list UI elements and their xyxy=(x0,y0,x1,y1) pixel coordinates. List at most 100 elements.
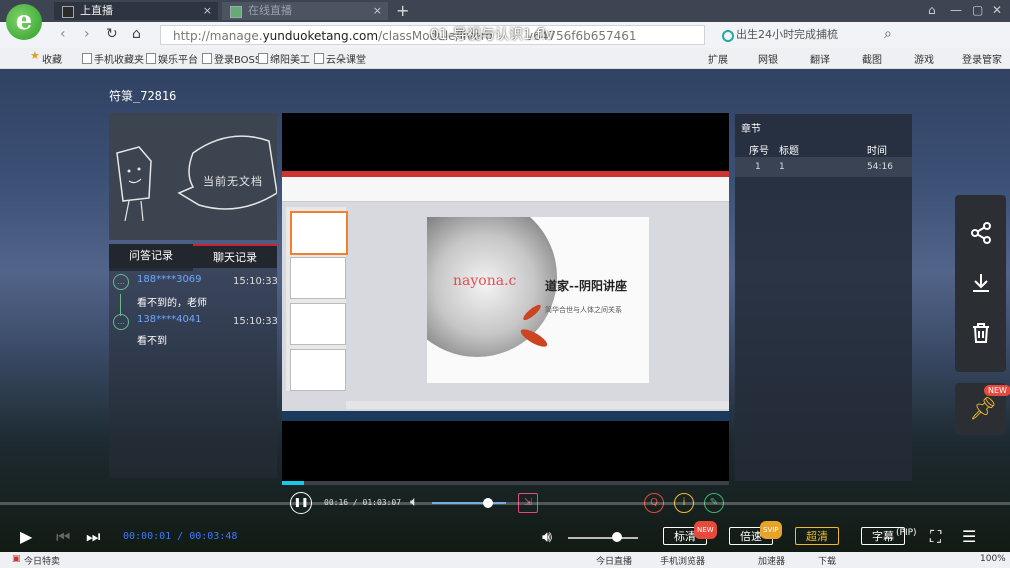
status-item[interactable]: 加速器 xyxy=(758,554,785,567)
fullscreen-icon[interactable]: ⛶ xyxy=(930,527,941,547)
message-text: 看不到 xyxy=(137,336,167,347)
chapter-time: 54:16 xyxy=(867,162,893,172)
tab-live[interactable]: 上直播 × xyxy=(54,2,218,20)
new-badge: NEW xyxy=(984,385,1010,396)
bookmark-bar: 收藏 手机收藏夹 娱乐平台 登录BOSS 绵阳美工 云朵课堂 扩展 网银 翻译 … xyxy=(0,48,1010,69)
bookmark-item[interactable]: 绵阳美工 xyxy=(258,51,310,66)
message-user: 188****3069 xyxy=(137,274,202,285)
games-menu[interactable]: 游戏 xyxy=(914,51,934,66)
svip-badge: SVIP xyxy=(760,521,782,539)
presentation-ribbon xyxy=(282,171,729,202)
qa-tabs: 问答记录 聊天记录 xyxy=(109,244,277,271)
column-header-time: 时间 xyxy=(867,146,887,157)
quality-sd-button[interactable]: 标清 NEW xyxy=(663,521,717,545)
maximize-icon[interactable]: ▢ xyxy=(972,3,983,17)
bookmark-item[interactable]: 手机收藏夹 xyxy=(82,51,144,66)
button-label: 标清 xyxy=(674,530,696,543)
message-time: 15:10:33 xyxy=(233,276,278,287)
url-prefix: http://manage. xyxy=(173,29,263,43)
download-icon[interactable] xyxy=(969,271,993,295)
tab-label: 在线直播 xyxy=(248,4,292,17)
home-icon[interactable]: ⌂ xyxy=(132,26,141,42)
slide-title: 道家--阴阳讲座 xyxy=(545,279,627,293)
watermark: nayona.c xyxy=(453,273,517,289)
button-label: 倍速 xyxy=(740,530,762,543)
chapter-panel: 章节 序号 标题 时间 1 1 54:16 xyxy=(735,114,912,481)
bookmark-favorites[interactable]: 收藏 xyxy=(30,49,62,66)
playlist-icon[interactable]: ☰ xyxy=(962,527,976,546)
player-volume-knob[interactable] xyxy=(612,532,622,542)
status-item[interactable]: 下载 xyxy=(818,554,836,567)
tab-favicon xyxy=(230,6,242,18)
slide-thumbnails xyxy=(286,207,348,391)
zoom-level[interactable]: 100% xyxy=(980,554,1006,564)
player-volume-slider[interactable] xyxy=(568,537,638,539)
close-window-icon[interactable]: ✕ xyxy=(992,3,1002,17)
browser-logo: e xyxy=(6,4,42,40)
chapter-index: 1 xyxy=(755,162,761,172)
video-title-overlay: 01-导视与认识1.flv xyxy=(430,27,554,43)
status-left[interactable]: 今日特卖 xyxy=(24,554,60,567)
browser-tab-bar: 上直播 × 在线直播 × + ⌂ — ▢ ✕ xyxy=(0,0,1010,22)
close-icon[interactable]: × xyxy=(373,2,382,20)
thread-line xyxy=(120,294,121,316)
message-user: 138****4041 xyxy=(137,314,202,325)
side-toolbar xyxy=(955,195,1006,372)
presentation-status-row xyxy=(346,401,729,409)
button-label: 字幕 xyxy=(872,530,894,543)
bookmark-item[interactable]: 娱乐平台 xyxy=(146,51,198,66)
share-icon[interactable] xyxy=(969,221,993,245)
bookmark-item[interactable]: 云朵课堂 xyxy=(314,51,366,66)
pin-icon: 📌︎ xyxy=(969,397,997,422)
button-label: 超清 xyxy=(806,530,828,543)
status-item[interactable]: 今日直播 xyxy=(596,554,632,567)
table-row[interactable]: 1 1 54:16 xyxy=(735,157,912,177)
video-player[interactable]: 道家--阴阳讲座 简华合世与人体之间关系 nayona.c xyxy=(282,113,729,481)
quality-hd-button[interactable]: 超清 xyxy=(795,527,839,545)
forward-icon[interactable]: › xyxy=(84,26,90,42)
player-time: 00:00:01 / 00:03:48 xyxy=(123,531,238,542)
chapter-header: 章节 xyxy=(741,124,761,135)
url-domain: yunduoketang.com xyxy=(262,29,379,43)
next-icon[interactable]: ⏭︎ xyxy=(86,527,100,547)
tab-favicon xyxy=(62,6,74,18)
close-icon[interactable]: × xyxy=(203,2,212,20)
login-manager-menu[interactable]: 登录管家 xyxy=(962,51,1002,66)
tab-online-live[interactable]: 在线直播 × xyxy=(222,2,388,20)
back-icon[interactable]: ‹ xyxy=(60,26,66,42)
shirt-icon[interactable]: ⌂ xyxy=(928,3,936,17)
outer-progress-bar[interactable] xyxy=(0,502,1010,505)
previous-icon[interactable]: ⏮︎ xyxy=(56,527,70,547)
no-document-text: 当前无文档 xyxy=(203,175,263,188)
bank-menu[interactable]: 网银 xyxy=(758,51,778,66)
status-item[interactable]: 手机浏览器 xyxy=(660,554,705,567)
tab-chat-records[interactable]: 聊天记录 xyxy=(193,244,277,270)
search-input[interactable]: 出生24小时完成捕梳 xyxy=(720,25,926,45)
username-label: 符箓_72816 xyxy=(109,89,177,103)
trash-icon[interactable] xyxy=(969,321,993,345)
message-time: 15:10:33 xyxy=(233,316,278,327)
extensions-menu[interactable]: 扩展 xyxy=(708,51,728,66)
new-badge: NEW xyxy=(694,521,717,539)
shared-screen: 道家--阴阳讲座 简华合世与人体之间关系 xyxy=(282,171,729,421)
document-panel: 当前无文档 xyxy=(109,113,277,240)
video-progress-fill xyxy=(282,481,305,485)
slide-thumbnail xyxy=(290,303,346,345)
play-icon[interactable]: ▶ xyxy=(20,527,32,546)
minimize-icon[interactable]: — xyxy=(950,3,962,17)
new-tab-button[interactable]: + xyxy=(396,1,409,20)
refresh-icon[interactable]: ↻ xyxy=(106,26,118,42)
chat-bubble-icon: … xyxy=(113,314,129,330)
chat-bubble-icon: … xyxy=(113,274,129,290)
translate-menu[interactable]: 翻译 xyxy=(810,51,830,66)
tab-qa-records[interactable]: 问答记录 xyxy=(109,244,193,271)
pip-label: (PIP) xyxy=(896,528,917,538)
bookmark-item[interactable]: 登录BOSS xyxy=(202,51,261,66)
message-list: … 188****3069 15:10:33 看不到的，老师 … 138****… xyxy=(109,268,278,478)
speed-button[interactable]: 倍速 SVIP xyxy=(729,521,782,545)
video-progress-bar[interactable] xyxy=(282,481,729,485)
column-header-index: 序号 xyxy=(749,146,769,157)
search-icon[interactable]: ⌕ xyxy=(884,26,892,42)
screenshot-menu[interactable]: 截图 xyxy=(862,51,882,66)
volume-icon[interactable]: 🔊︎ xyxy=(542,527,552,547)
